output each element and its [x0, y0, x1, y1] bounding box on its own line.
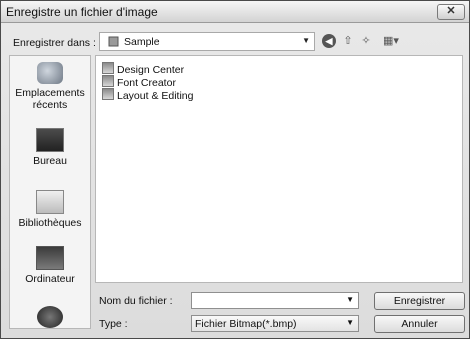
- network-icon: [37, 306, 63, 328]
- place-recent[interactable]: Emplacements récents: [10, 62, 90, 111]
- folder-icon: [108, 36, 119, 47]
- save-button[interactable]: Enregistrer: [374, 292, 465, 310]
- new-folder-icon[interactable]: ✧: [359, 34, 373, 48]
- window-title: Enregistre un fichier d'image: [6, 5, 158, 19]
- place-label: Emplacements récents: [15, 87, 85, 111]
- folder-icon: [102, 62, 114, 74]
- views-menu-icon[interactable]: ▦▾: [378, 34, 404, 48]
- filetype-label: Type :: [99, 318, 128, 330]
- chevron-down-icon: ▼: [346, 318, 354, 327]
- save-in-label: Enregistrer dans :: [13, 37, 96, 49]
- places-bar: Emplacements récents Bureau Bibliothèque…: [9, 55, 91, 329]
- place-label: Bibliothèques: [18, 217, 82, 229]
- place-label: Ordinateur: [25, 273, 75, 285]
- libraries-icon: [36, 190, 64, 214]
- recent-places-icon: [37, 62, 63, 84]
- save-in-value: Sample: [124, 36, 160, 48]
- folder-icon: [102, 75, 114, 87]
- place-network[interactable]: [10, 306, 90, 328]
- file-list[interactable]: Design Center Font Creator Layout & Edit…: [95, 55, 463, 283]
- list-item[interactable]: Design Center: [102, 62, 184, 76]
- save-image-dialog: Enregistre un fichier d'image ✕ Enregist…: [0, 0, 470, 339]
- close-button[interactable]: ✕: [437, 4, 465, 20]
- folder-icon: [102, 88, 114, 100]
- place-computer[interactable]: Ordinateur: [10, 246, 90, 285]
- list-item[interactable]: Font Creator: [102, 75, 176, 89]
- file-name: Layout & Editing: [117, 90, 194, 102]
- place-label: Bureau: [33, 155, 67, 167]
- back-icon[interactable]: ◀: [322, 34, 336, 48]
- desktop-icon: [36, 128, 64, 152]
- title-bar: Enregistre un fichier d'image ✕: [1, 1, 469, 23]
- place-desktop[interactable]: Bureau: [10, 128, 90, 167]
- cancel-button[interactable]: Annuler: [374, 315, 465, 333]
- filename-field[interactable]: ▼: [191, 292, 359, 309]
- save-in-dropdown[interactable]: Sample ▼: [99, 32, 315, 51]
- up-folder-icon[interactable]: ⇧: [341, 34, 355, 48]
- chevron-down-icon: ▼: [302, 36, 310, 45]
- filetype-value: Fichier Bitmap(*.bmp): [195, 318, 297, 330]
- chevron-down-icon: ▼: [346, 295, 354, 304]
- computer-icon: [36, 246, 64, 270]
- place-libraries[interactable]: Bibliothèques: [10, 190, 90, 229]
- filename-label: Nom du fichier :: [99, 295, 173, 307]
- list-item[interactable]: Layout & Editing: [102, 88, 194, 102]
- filetype-dropdown[interactable]: Fichier Bitmap(*.bmp) ▼: [191, 315, 359, 332]
